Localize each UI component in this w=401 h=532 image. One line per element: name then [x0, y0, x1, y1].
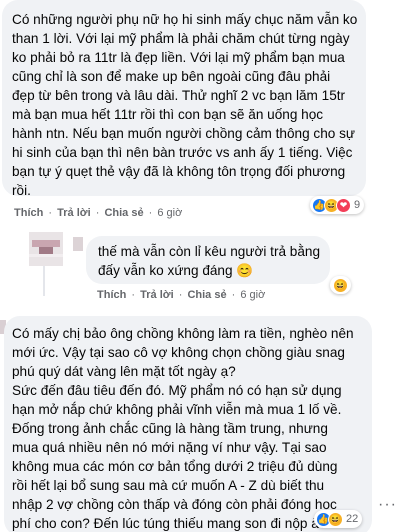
more-options-button[interactable]: ··· — [378, 496, 397, 514]
comment-line: phú quý dát vàng lên mặt tốt ngày ạ? — [12, 364, 236, 379]
thread-line — [43, 266, 45, 296]
reaction-count: 9 — [354, 199, 361, 211]
avatar[interactable] — [29, 232, 63, 266]
haha-icon: 😆 — [333, 277, 348, 293]
comment-bubble-1: Có những người phụ nữ họ hi sinh mấy chụ… — [2, 0, 366, 198]
haha-icon: 😆 — [328, 511, 343, 527]
comment-line: rồi hết lại bổ sung sau mà cứ muốn A - Z… — [12, 478, 325, 493]
comment-line: Đống trong ảnh chắc cũng là hàng tầm tru… — [12, 421, 328, 436]
comment-line: hành ntn. Nếu bạn muốn người chồng cảm t… — [12, 126, 356, 141]
reply-link[interactable]: Trả lời — [57, 207, 91, 219]
timestamp[interactable]: 6 giờ — [240, 289, 265, 301]
comment-line: thế mà vẫn còn lỉ kêu người trả bằng — [98, 244, 321, 259]
comment-bubble-3: Có mấy chị bảo ông chồng không làm ra ti… — [4, 316, 372, 532]
comment-text-1: Có những người phụ nữ họ hi sinh mấy chụ… — [12, 10, 357, 200]
reply-link[interactable]: Trả lời — [140, 289, 174, 301]
comment-line: đấy vẫn ko xứng đáng 😊 — [98, 263, 254, 278]
comment-line: phí cho con? Đến lúc túng thiếu mang son… — [12, 516, 327, 531]
comment-line: Có mấy chị bảo ông chồng không làm ra ti… — [12, 326, 354, 341]
comment-bubble-2: thế mà vẫn còn lỉ kêu người trả bằng đấy… — [86, 236, 330, 284]
reaction-summary-1[interactable]: 👍 😆 ❤ 9 — [310, 196, 365, 214]
comment-actions-1: Thích · Trả lời · Chia sẻ · 6 giờ — [14, 207, 183, 219]
comment-line: đẹp từ bên trong và lâu dài. Thử nghĩ 2 … — [12, 88, 346, 103]
reaction-summary-2[interactable]: 😆 — [330, 276, 351, 294]
reaction-count: 22 — [346, 513, 359, 525]
avatar[interactable] — [73, 237, 83, 251]
share-link[interactable]: Chia sẻ — [104, 207, 143, 219]
comment-line: bạn tự ý quẹt thẻ vậy đã là không tôn tr… — [12, 164, 346, 179]
comment-line: không mua các món cơ bản tổng dưới 2 tri… — [12, 459, 338, 474]
comment-line: hạn mở nắp chứ không phải vĩnh viễn mà m… — [12, 402, 342, 417]
comment-line: Sức đến đâu tiêu đến đó. Mỹ phẩm nó có h… — [12, 383, 342, 398]
comment-line: Có những người phụ nữ họ hi sinh mấy chụ… — [12, 12, 358, 27]
comment-line: nhập 2 vợ chồng còn thấp và đóng còn phả… — [12, 497, 337, 512]
comment-line: ko phải bỏ ra 11tr là đẹp liền. Với lại … — [12, 50, 345, 65]
comment-line: mà bạn mua hết 11tr rồi thì con bạn sẽ ă… — [12, 107, 324, 122]
timestamp[interactable]: 6 giờ — [157, 207, 182, 219]
like-link[interactable]: Thích — [97, 289, 126, 301]
comment-line: mua quá nhiều nên nó mới nặng ví như vậy… — [12, 440, 327, 455]
comment-text-2: thế mà vẫn còn lỉ kêu người trả bằng đấy… — [98, 242, 320, 280]
reaction-summary-3[interactable]: 👍 😆 22 — [314, 510, 363, 528]
comment-line: cũng chỉ là son để make up bên ngoài cũn… — [12, 69, 331, 84]
comment-line: rồi. — [12, 183, 31, 198]
comment-actions-2: Thích · Trả lời · Chia sẻ · 6 giờ — [97, 289, 266, 301]
love-icon: ❤ — [336, 197, 351, 213]
comment-text-3: Có mấy chị bảo ông chồng không làm ra ti… — [12, 324, 354, 532]
comment-line: hi sinh của bạn thì nên bàn trước vs anh… — [12, 145, 353, 160]
comment-line: than 1 lời. Với lại mỹ phẩm là phải chăm… — [12, 31, 350, 46]
like-link[interactable]: Thích — [14, 207, 43, 219]
share-link[interactable]: Chia sẻ — [187, 289, 226, 301]
comment-line: mới ức. Vậy tại sao cô vợ không chọn chồ… — [12, 345, 345, 360]
